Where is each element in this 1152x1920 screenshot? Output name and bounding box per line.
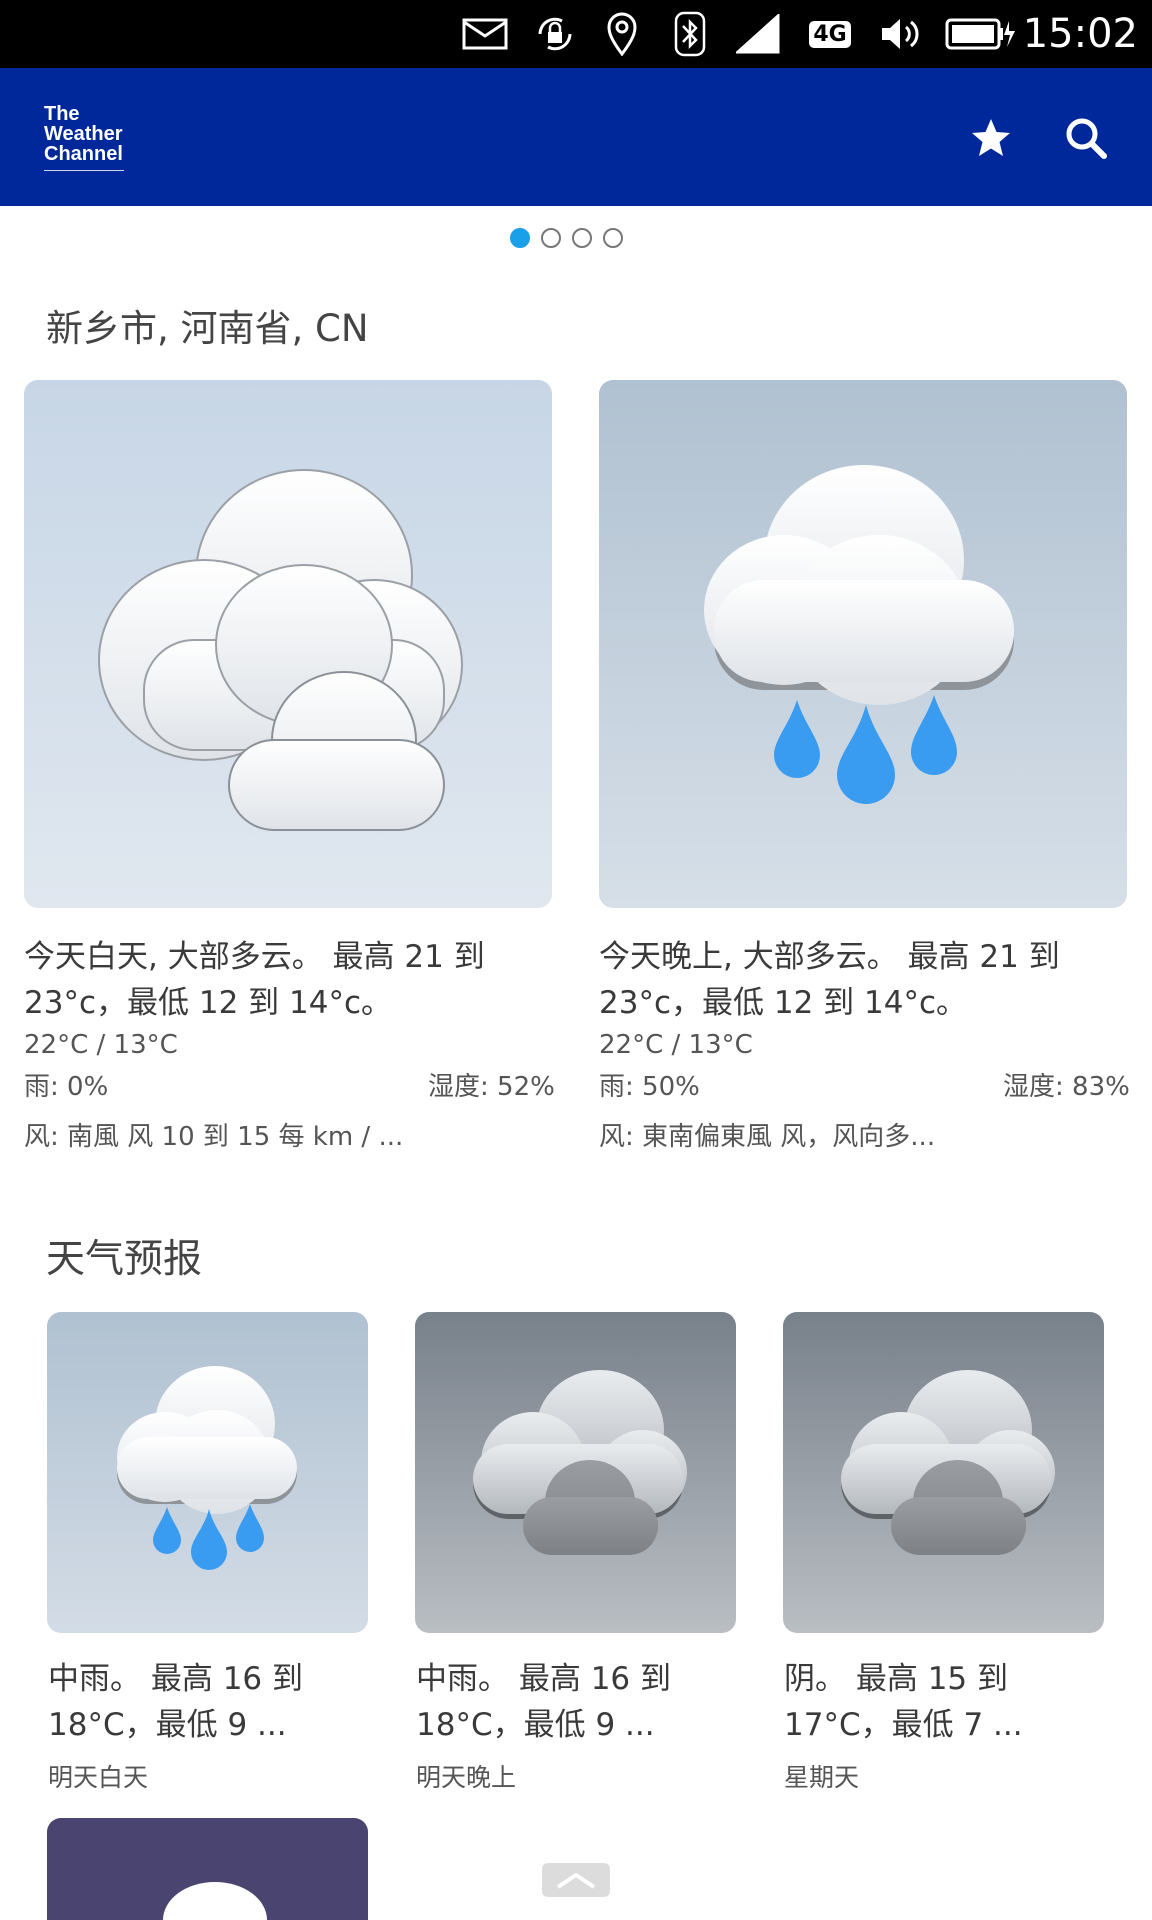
forecast-1-day: 明天白天 [48, 1763, 149, 1792]
page-dot-4[interactable] [603, 228, 623, 248]
summary-line: 23°c，最低 12 到 14°c。 [599, 985, 967, 1021]
rain-cloud-icon [704, 465, 1014, 804]
star-icon [972, 119, 1010, 156]
4g-icon: 4G [806, 10, 854, 58]
app-bar: The Weather Channel [0, 68, 1152, 206]
today-night-wind: 风: 東南偏東風 风，风向多... [599, 1122, 936, 1152]
today-day-temps: 22°C / 13°C [24, 1030, 178, 1060]
chevron-up-icon [556, 1872, 596, 1889]
search-button[interactable] [1060, 112, 1112, 164]
forecast-1-summary: 中雨。 最高 16 到 18°C，最低 9 ... [48, 1656, 378, 1748]
battery-charging-icon [944, 10, 1018, 58]
today-night-summary: 今天晚上, 大部多云。 最高 21 到 23°c，最低 12 到 14°c。 [599, 934, 1139, 1026]
summary-line: 17°C，最低 7 ... [784, 1707, 1023, 1743]
summary-line: 18°C，最低 9 ... [416, 1707, 655, 1743]
logo-text-3: Channel [44, 143, 123, 165]
today-night-temps: 22°C / 13°C [599, 1030, 753, 1060]
page-dot-3[interactable] [572, 228, 592, 248]
overcast-icon [473, 1370, 687, 1555]
today-night-humidity: 湿度: 83% [1003, 1072, 1130, 1102]
scroll-up-button[interactable] [542, 1863, 610, 1897]
summary-line: 今天白天, 大部多云。 最高 21 到 [24, 939, 485, 975]
forecast-card-3[interactable] [783, 1312, 1104, 1633]
favorites-button[interactable] [965, 112, 1017, 164]
forecast-card-4[interactable] [47, 1818, 368, 1920]
weather-channel-logo[interactable]: The Weather Channel [44, 104, 124, 171]
forecast-3-summary: 阴。 最高 15 到 17°C，最低 7 ... [784, 1656, 1114, 1748]
today-day-rain: 雨: 0% [24, 1072, 109, 1102]
forecast-card-2[interactable] [415, 1312, 736, 1633]
status-bar: 4G 15:02 [0, 0, 1152, 68]
summary-line: 今天晚上, 大部多云。 最高 21 到 [599, 939, 1060, 975]
logo-text-2: Weather [44, 123, 123, 145]
summary-line: 中雨。 最高 16 到 [48, 1661, 304, 1697]
location-pin-icon [600, 10, 644, 58]
page-dot-2[interactable] [541, 228, 561, 248]
volume-icon [876, 10, 922, 58]
mail-icon [460, 10, 510, 58]
location-title: 新乡市, 河南省, CN [46, 307, 369, 350]
moon-icon [163, 1882, 267, 1920]
cell-signal-icon [734, 10, 782, 58]
summary-line: 18°C，最低 9 ... [48, 1707, 287, 1743]
summary-line: 阴。 最高 15 到 [784, 1661, 1009, 1697]
today-day-image[interactable] [24, 380, 552, 908]
bluetooth-icon [668, 10, 712, 58]
page-dot-1[interactable] [510, 228, 530, 248]
today-day-summary: 今天白天, 大部多云。 最高 21 到 23°c，最低 12 到 14°c。 [24, 934, 564, 1026]
today-night-rain: 雨: 50% [599, 1072, 700, 1102]
today-night-image[interactable] [599, 380, 1127, 908]
forecast-2-summary: 中雨。 最高 16 到 18°C，最低 9 ... [416, 1656, 746, 1748]
forecast-2-day: 明天晚上 [416, 1763, 517, 1792]
overcast-icon [841, 1370, 1055, 1555]
search-icon [1066, 118, 1107, 159]
forecast-card-1[interactable] [47, 1312, 368, 1633]
forecast-3-day: 星期天 [784, 1763, 860, 1792]
partly-cloudy-icon [98, 469, 463, 831]
forecast-title: 天气预报 [46, 1237, 203, 1282]
rain-cloud-icon [117, 1366, 297, 1570]
clock: 15:02 [1022, 11, 1138, 57]
today-day-humidity: 湿度: 52% [428, 1072, 555, 1102]
logo-underline [44, 170, 124, 171]
summary-line: 23°c，最低 12 到 14°c。 [24, 985, 392, 1021]
logo-text-1: The [44, 103, 80, 125]
summary-line: 中雨。 最高 16 到 [416, 1661, 672, 1697]
page-indicator [510, 228, 623, 248]
rotation-lock-icon [530, 10, 580, 58]
today-day-wind: 风: 南風 风 10 到 15 每 km / ... [24, 1122, 404, 1152]
